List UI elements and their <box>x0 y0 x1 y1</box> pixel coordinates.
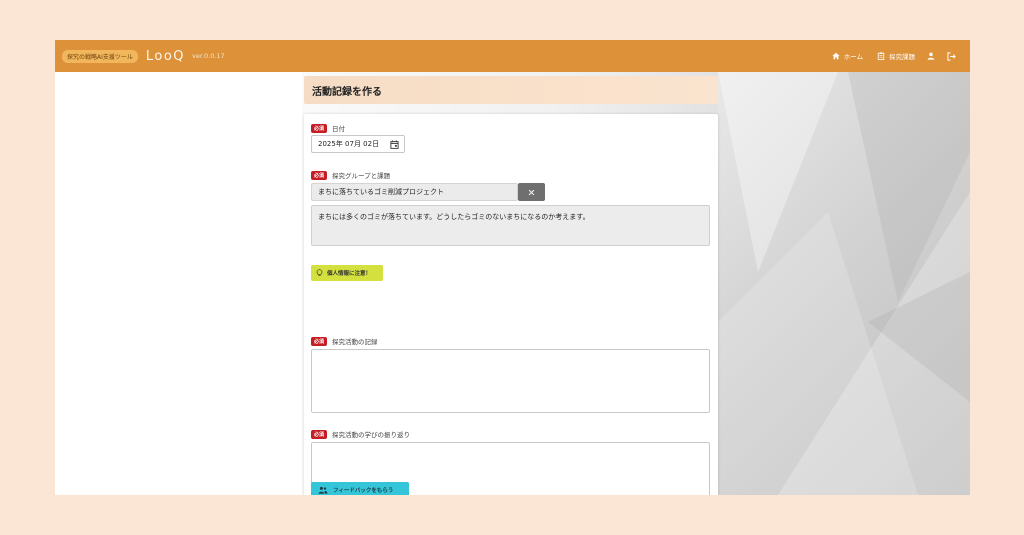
nav-home-label: ホーム <box>843 53 863 61</box>
required-badge: 必須 <box>311 170 328 180</box>
clear-selection-button[interactable] <box>518 183 545 201</box>
home-icon <box>832 52 840 60</box>
decorative-background <box>718 72 970 495</box>
group-description: まちには多くのゴミが落ちています。どうしたらゴミのないまちになるのか考えます。 <box>311 205 710 246</box>
required-badge: 必須 <box>311 336 328 346</box>
outer-frame: 探究の戦略AI支援ツール LooQ ver.0.0.17 ホーム 探究課題 活動… <box>0 0 1024 535</box>
header-nav: ホーム 探究課題 <box>818 51 956 61</box>
group-select[interactable]: まちに落ちているゴミ削減プロジェクト <box>311 183 518 201</box>
group-label-row: 必須 探究グループと課題 <box>311 170 390 180</box>
people-icon <box>318 486 328 494</box>
page-title-bar: 活動記録を作る <box>304 76 718 104</box>
required-badge: 必須 <box>311 123 328 133</box>
version-text: ver.0.0.17 <box>192 52 225 60</box>
user-icon <box>927 52 935 60</box>
get-feedback-button[interactable]: フィードバックをもらう <box>311 482 409 495</box>
record-label-row: 必須 探究活動の記録 <box>311 336 378 346</box>
nav-home[interactable]: ホーム <box>832 51 863 61</box>
date-label: 日付 <box>332 125 346 133</box>
nav-projects[interactable]: 探究課題 <box>877 51 915 61</box>
privacy-notice-button[interactable]: 個人情報に注意！ <box>311 265 383 281</box>
logout-icon <box>947 51 956 61</box>
date-input[interactable]: 2025年 07月 02日 <box>311 135 405 153</box>
date-value: 2025年 07月 02日 <box>318 140 380 148</box>
activity-record-textarea[interactable] <box>311 349 710 413</box>
date-label-row: 必須 日付 <box>311 123 345 133</box>
privacy-notice-label: 個人情報に注意！ <box>327 271 372 277</box>
group-label: 探究グループと課題 <box>332 172 391 180</box>
page-title: 活動記録を作る <box>312 86 382 98</box>
clipboard-icon <box>877 52 885 60</box>
nav-account[interactable] <box>927 52 935 60</box>
get-feedback-label: フィードバックをもらう <box>333 488 394 494</box>
lightbulb-icon <box>316 269 323 276</box>
close-icon <box>528 189 535 195</box>
group-selected-value: まちに落ちているゴミ削減プロジェクト <box>318 188 444 196</box>
app-window: 探究の戦略AI支援ツール LooQ ver.0.0.17 ホーム 探究課題 活動… <box>55 40 970 495</box>
calendar-icon[interactable] <box>390 139 399 149</box>
activity-record-label: 探究活動の記録 <box>332 338 378 346</box>
tagline-badge: 探究の戦略AI支援ツール <box>62 49 138 63</box>
activity-form: 必須 日付 2025年 07月 02日 必須 探究グループと課題 まちに落ちてい… <box>304 114 718 495</box>
required-badge: 必須 <box>311 429 328 439</box>
nav-projects-label: 探究課題 <box>889 53 915 61</box>
geometric-pattern <box>718 72 970 495</box>
reflection-label-row: 必須 探究活動の学びの振り返り <box>311 429 410 439</box>
nav-logout[interactable] <box>947 51 956 61</box>
reflection-label: 探究活動の学びの振り返り <box>332 431 411 439</box>
app-logo[interactable]: LooQ <box>146 49 185 64</box>
app-header: 探究の戦略AI支援ツール LooQ ver.0.0.17 ホーム 探究課題 <box>55 40 970 72</box>
